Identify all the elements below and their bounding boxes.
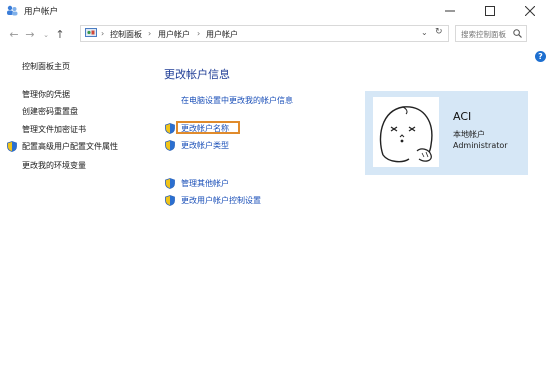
breadcrumb-user-accounts-current[interactable]: 用户帐户 [206, 29, 238, 40]
sidebar-item-advanced-profile[interactable]: 配置高级用户配置文件属性 [22, 141, 118, 152]
link-change-account-type[interactable]: 更改帐户类型 [181, 140, 229, 151]
shield-icon [165, 195, 175, 206]
help-icon[interactable]: ? [535, 51, 546, 62]
sidebar-item-credentials[interactable]: 管理你的凭据 [22, 89, 70, 100]
recent-icon[interactable]: ⌄ [40, 29, 52, 41]
breadcrumb-separator: › [197, 29, 201, 38]
account-name: ACI [453, 110, 472, 123]
dropdown-icon[interactable]: ⌄ [421, 28, 428, 37]
minimize-icon [445, 10, 455, 12]
search-icon[interactable] [513, 29, 522, 38]
sidebar-item-home[interactable]: 控制面板主页 [22, 61, 70, 72]
sidebar-item-reset-disk[interactable]: 创建密码重置盘 [22, 106, 78, 117]
link-manage-other-accounts[interactable]: 管理其他帐户 [181, 178, 229, 189]
shield-icon [165, 178, 175, 189]
shield-icon [7, 141, 17, 152]
page-title: 更改帐户信息 [164, 68, 230, 81]
link-change-uac-settings[interactable]: 更改用户帐户控制设置 [181, 195, 261, 206]
search-input[interactable]: 搜索控制面板 [455, 25, 527, 42]
back-icon[interactable]: ← [8, 29, 20, 41]
link-change-in-pc-settings[interactable]: 在电脑设置中更改我的帐户信息 [181, 95, 293, 106]
minimize-button[interactable] [430, 0, 470, 22]
highlight-box [176, 121, 240, 134]
account-type: 本地帐户 [453, 130, 485, 139]
close-button[interactable] [510, 0, 550, 22]
sidebar-item-environment-variables[interactable]: 更改我的环境变量 [22, 160, 86, 171]
forward-icon[interactable]: → [24, 29, 36, 41]
search-placeholder: 搜索控制面板 [461, 30, 506, 39]
shield-icon [165, 140, 175, 151]
maximize-button[interactable] [470, 0, 510, 22]
breadcrumb-separator: › [148, 29, 152, 38]
up-icon[interactable]: ↑ [54, 29, 66, 41]
account-role: Administrator [453, 141, 508, 150]
maximize-icon [485, 6, 495, 16]
breadcrumb-separator: › [101, 29, 105, 38]
window-title: 用户帐户 [24, 7, 59, 17]
breadcrumb-user-accounts[interactable]: 用户帐户 [158, 29, 190, 40]
avatar[interactable] [373, 97, 439, 167]
refresh-icon[interactable]: ↻ [435, 27, 443, 37]
sidebar-item-encryption-certs[interactable]: 管理文件加密证书 [22, 124, 86, 135]
control-panel-icon [85, 28, 97, 37]
breadcrumb-control-panel[interactable]: 控制面板 [110, 29, 142, 40]
close-icon [525, 6, 535, 16]
avatar-drawing [379, 106, 433, 163]
address-bar[interactable]: › 控制面板 › 用户帐户 › 用户帐户 ⌄ ↻ [80, 25, 449, 42]
shield-icon [165, 123, 175, 134]
users-icon [7, 5, 18, 16]
